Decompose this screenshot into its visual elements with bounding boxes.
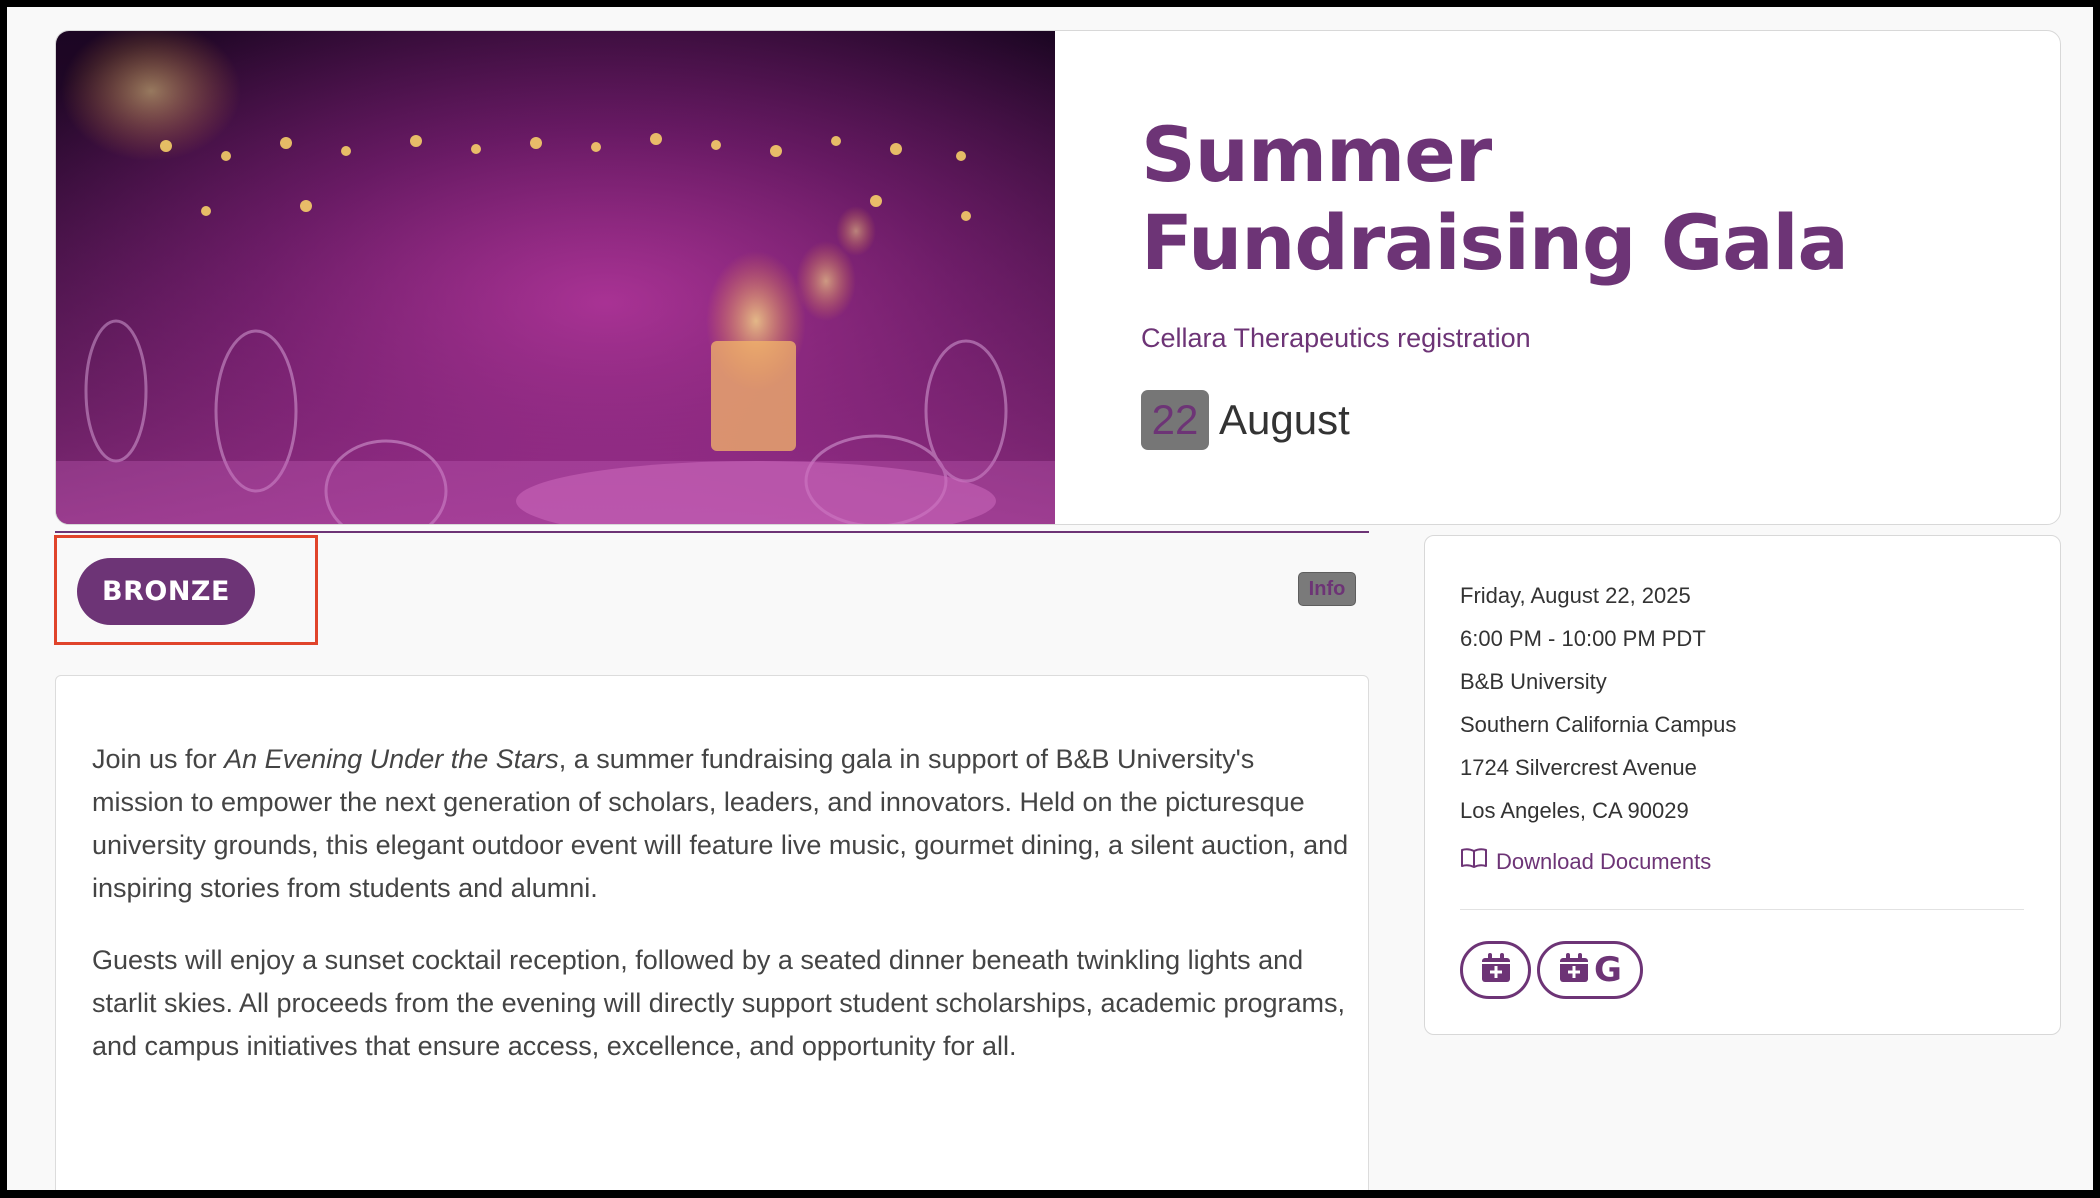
event-month: August [1219,396,1350,443]
venue-name: B&B University [1460,669,1607,694]
event-details-list: Friday, August 22, 2025 6:00 PM - 10:00 … [1460,582,1736,883]
event-banner-image [56,31,1055,524]
description-emphasis: An Evening Under the Stars [224,744,559,774]
description-card: Join us for An Evening Under the Stars, … [55,675,1369,1190]
tier-bronze-button[interactable]: BRONZE [77,558,255,625]
calendar-plus-icon [1480,952,1512,989]
google-calendar-icon [1558,952,1590,989]
card-divider [1460,909,2024,910]
description-paragraph: Guests will enjoy a sunset cocktail rece… [92,945,1346,1061]
section-divider [55,531,1369,533]
event-details-card: Friday, August 22, 2025 6:00 PM - 10:00 … [1424,535,2061,1035]
add-to-google-calendar-button[interactable]: G [1537,941,1643,999]
description-text: Join us for [92,744,225,774]
registration-label: Cellara Therapeutics registration [1141,323,1531,353]
event-title: Summer Fundraising Gala [1141,110,1849,287]
event-date: 22 August [1141,390,2001,450]
event-day-badge: 22 [1141,390,1209,450]
page-frame: Summer Fundraising Gala Cellara Therapeu… [7,7,2093,1190]
venue-campus: Southern California Campus [1460,712,1737,737]
download-documents-label: Download Documents [1496,848,1712,874]
venue-city: Los Angeles, CA 90029 [1460,798,1689,823]
event-date-full: Friday, August 22, 2025 [1460,583,1691,608]
google-g-icon: G [1594,950,1622,990]
venue-street: 1724 Silvercrest Avenue [1460,755,1697,780]
event-hero-card: Summer Fundraising Gala Cellara Therapeu… [55,30,2061,525]
download-documents-link[interactable]: Download Documents [1460,840,1736,883]
add-to-calendar-button[interactable] [1460,941,1531,999]
event-header: Summer Fundraising Gala Cellara Therapeu… [1141,111,2001,450]
description-paragraph: Join us for An Evening Under the Stars, … [92,738,1352,910]
book-icon [1460,847,1496,876]
event-description: Join us for An Evening Under the Stars, … [92,738,1352,1068]
event-time: 6:00 PM - 10:00 PM PDT [1460,626,1706,651]
calendar-buttons: G [1460,941,1649,999]
info-badge[interactable]: Info [1298,572,1356,606]
